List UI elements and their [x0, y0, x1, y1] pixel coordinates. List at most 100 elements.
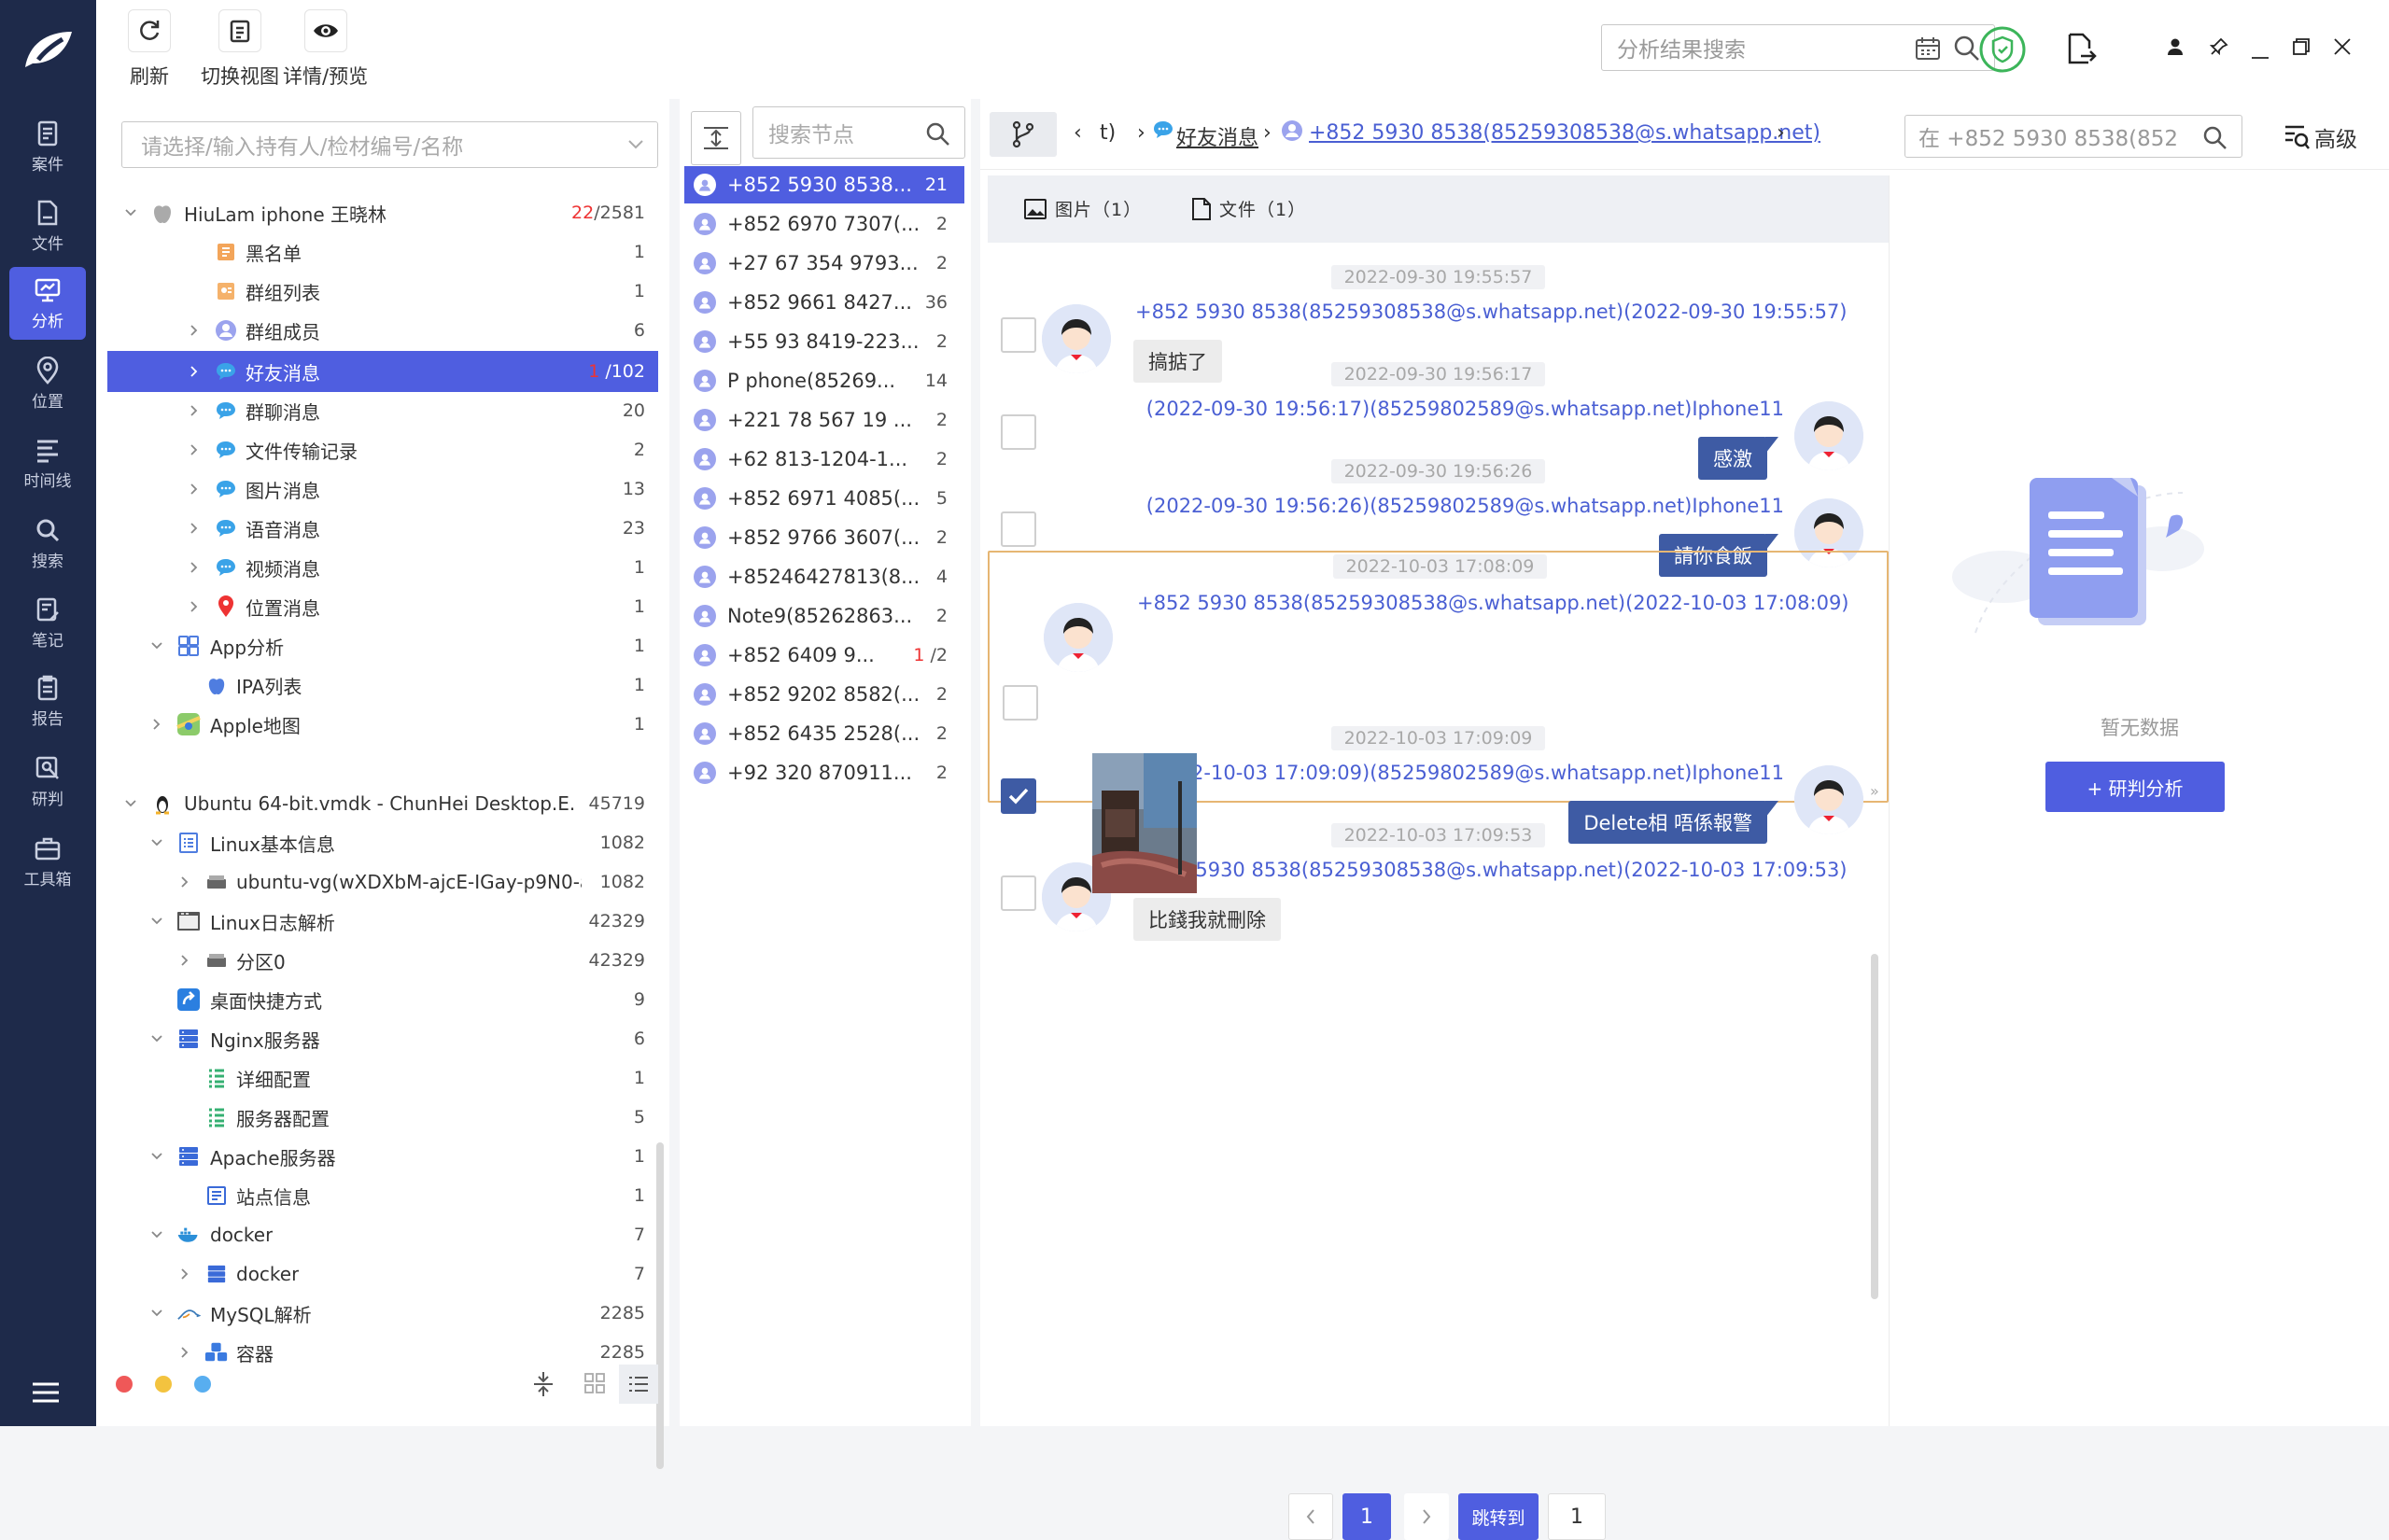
message-photo-thumbnail[interactable]: [1092, 753, 1197, 893]
nav-search[interactable]: 搜索: [9, 507, 86, 580]
tree-row-group-members[interactable]: 群组成员 6: [107, 312, 658, 349]
menu-icon[interactable]: [30, 1381, 62, 1404]
status-dot-blue[interactable]: [194, 1376, 211, 1393]
nav-judgment[interactable]: 研判: [9, 745, 86, 818]
node-row[interactable]: +852 6409 9... 1 /2: [684, 637, 964, 674]
node-row[interactable]: +852 5930 8538... 21: [684, 166, 964, 203]
node-row[interactable]: +92 320 870911... 2: [684, 754, 964, 791]
node-row[interactable]: +62 813-1204-1... 2: [684, 441, 964, 478]
tree-row-blacklist[interactable]: 黑名单 1: [107, 233, 658, 271]
advanced-search-button[interactable]: 高级: [2283, 121, 2357, 153]
sort-toggle-button[interactable]: [691, 111, 741, 165]
tree-row-apache[interactable]: Apache服务器 1: [107, 1138, 658, 1175]
node-row[interactable]: +852 9202 8582(... 2: [684, 676, 964, 713]
tree-row-group-list[interactable]: 群组列表 1: [107, 273, 658, 310]
judgment-analysis-button[interactable]: + 研判分析: [2045, 762, 2225, 812]
node-row[interactable]: +852 9661 8427... 36: [684, 284, 964, 321]
nav-case[interactable]: 案件: [9, 110, 86, 183]
nav-analysis[interactable]: 分析: [9, 267, 86, 340]
node-row[interactable]: P phone(85269... 14: [684, 362, 964, 399]
tree-row-device-ubuntu[interactable]: Ubuntu 64-bit.vmdk - ChunHei Desktop.E..…: [107, 785, 658, 822]
page-1-button[interactable]: 1: [1342, 1493, 1391, 1540]
node-row[interactable]: +852 6970 7307(... 2: [684, 205, 964, 243]
list-view-icon[interactable]: [619, 1365, 658, 1404]
message-checkbox[interactable]: [1001, 778, 1036, 814]
nav-timeline[interactable]: 时间线: [9, 427, 86, 499]
refresh-button[interactable]: 刷新: [128, 9, 171, 90]
tree-row-ipa-list[interactable]: IPA列表 1: [107, 666, 658, 704]
node-row[interactable]: +852 6435 2528(... 2: [684, 715, 964, 752]
search-icon[interactable]: [1953, 35, 1981, 63]
nav-report[interactable]: 报告: [9, 665, 86, 737]
tree-row-apple-maps[interactable]: Apple地图 1: [107, 706, 658, 743]
search-icon[interactable]: [925, 121, 951, 147]
shield-check-icon[interactable]: [1979, 26, 2026, 77]
breadcrumb-back-icon[interactable]: ‹: [1074, 121, 1082, 145]
node-row[interactable]: +852 6971 4085(... 5: [684, 480, 964, 517]
details-button[interactable]: 详情/预览: [283, 9, 368, 90]
calendar-icon[interactable]: [1914, 35, 1942, 62]
message-checkbox[interactable]: [1001, 875, 1036, 911]
message-checkbox[interactable]: [1001, 511, 1036, 547]
tree-row-nginx-detail[interactable]: 详细配置 1: [107, 1059, 658, 1097]
tab-files[interactable]: 文件（1）: [1191, 196, 1306, 221]
branch-button[interactable]: [990, 112, 1057, 157]
prev-page-button[interactable]: [1288, 1493, 1333, 1540]
tree-row-location-messages[interactable]: 位置消息 1: [107, 588, 658, 625]
nav-file[interactable]: 文件: [9, 189, 86, 262]
tree-row-nginx[interactable]: Nginx服务器 6: [107, 1020, 658, 1057]
tree-row-linux-basic[interactable]: Linux基本信息 1082: [107, 824, 658, 861]
node-row[interactable]: +852 9766 3607(... 2: [684, 519, 964, 556]
minimize-icon[interactable]: [2251, 46, 2270, 63]
collapse-side-panel-icon[interactable]: »: [1870, 782, 1879, 800]
switch-view-button[interactable]: 切换视图: [201, 9, 279, 90]
nav-toolbox[interactable]: 工具箱: [9, 825, 86, 898]
tree-row-partition0[interactable]: 分区0 42329: [107, 942, 658, 979]
node-row[interactable]: +27 67 354 9793... 2: [684, 245, 964, 282]
tree-row-video-messages[interactable]: 视频消息 1: [107, 549, 658, 586]
nav-location[interactable]: 位置: [9, 347, 86, 420]
node-search-input[interactable]: 搜索节点: [752, 106, 965, 159]
breadcrumb-next-icon[interactable]: ›: [1777, 121, 1785, 145]
export-file-icon[interactable]: [2066, 32, 2098, 69]
tree-row-ubuntu-vg[interactable]: ubuntu-vg(wXDXbM-ajcE-IGay-p9N0-a... 108…: [107, 863, 658, 901]
message-checkbox[interactable]: [1001, 317, 1036, 353]
tree-row-mysql[interactable]: MySQL解析 2285: [107, 1295, 658, 1332]
tree-row-linux-log[interactable]: Linux日志解析 42329: [107, 903, 658, 940]
chat-search-input[interactable]: 在 +852 5930 8538(852: [1904, 115, 2242, 158]
status-dot-yellow[interactable]: [155, 1376, 172, 1393]
node-row[interactable]: Note9(85262863... 2: [684, 597, 964, 635]
status-dot-red[interactable]: [116, 1376, 133, 1393]
jump-page-input[interactable]: 1: [1548, 1493, 1606, 1540]
breadcrumb-t[interactable]: t): [1100, 121, 1116, 145]
user-icon[interactable]: [2167, 37, 2184, 60]
tab-images[interactable]: 图片（1）: [1023, 196, 1142, 221]
collapse-all-icon[interactable]: [531, 1370, 555, 1402]
breadcrumb-contact[interactable]: +852 5930 8538(85259308538@s.whatsapp.ne…: [1309, 121, 1820, 145]
close-icon[interactable]: [2333, 37, 2352, 60]
tree-row-site-info[interactable]: 站点信息 1: [107, 1177, 658, 1214]
tree-row-voice-messages[interactable]: 语音消息 23: [107, 510, 658, 547]
message-checkbox[interactable]: [1001, 414, 1036, 450]
next-page-button[interactable]: [1404, 1493, 1449, 1540]
grid-view-icon[interactable]: [583, 1372, 606, 1398]
restore-icon[interactable]: [2292, 37, 2311, 60]
tree-row-docker-child[interactable]: docker 7: [107, 1255, 658, 1293]
breadcrumb-category[interactable]: 好友消息: [1176, 121, 1258, 151]
node-row[interactable]: +55 93 8419-223... 2: [684, 323, 964, 360]
message-checkbox[interactable]: [1003, 685, 1038, 721]
message-bubble[interactable]: 比錢我就刪除: [1133, 898, 1281, 941]
search-icon[interactable]: [2202, 125, 2228, 151]
chat-scrollbar[interactable]: [1871, 954, 1878, 1299]
tree-row-file-transfer[interactable]: 文件传输记录 2: [107, 431, 658, 469]
result-search-input[interactable]: 分析结果搜索: [1601, 24, 1995, 71]
tree-row-server-config[interactable]: 服务器配置 5: [107, 1099, 658, 1136]
tree-row-friend-messages[interactable]: 好友消息 1 /102: [107, 351, 658, 392]
tree-row-image-messages[interactable]: 图片消息 13: [107, 470, 658, 508]
tree-row-device-iphone[interactable]: HiuLam iphone 王晓林 22/2581: [107, 194, 658, 231]
tree-row-desktop-shortcut[interactable]: 桌面快捷方式 9: [107, 981, 658, 1018]
tree-row-app-analysis[interactable]: App分析 1: [107, 627, 658, 665]
evidence-select[interactable]: 请选择/输入持有人/检材编号/名称: [121, 121, 658, 168]
tree-scrollbar[interactable]: [656, 1142, 664, 1469]
nav-notes[interactable]: 笔记: [9, 586, 86, 659]
